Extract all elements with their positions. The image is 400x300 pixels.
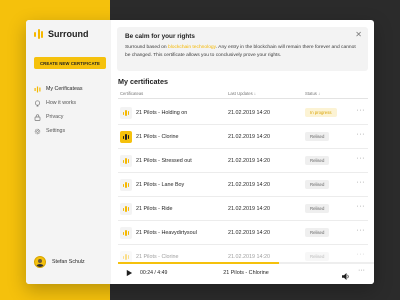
more-icon[interactable]: ··· bbox=[357, 251, 366, 258]
column-header-certificates[interactable]: Certificateas bbox=[120, 91, 143, 96]
certificates-table: 21 Pilots - Holding on 21.02.2019 14:20 In… bbox=[118, 101, 368, 269]
audio-player: 00:24 / 4:49 21 Pilots - Chlorine ··· bbox=[118, 262, 374, 284]
certificate-name: 21 Pilots - Ride bbox=[136, 206, 173, 212]
progress-track[interactable] bbox=[118, 262, 374, 264]
user-name: Stefan Schulz bbox=[52, 259, 85, 265]
blockchain-link[interactable]: blockchain technology bbox=[168, 45, 216, 50]
lightbulb-icon bbox=[34, 99, 41, 107]
more-icon[interactable]: ··· bbox=[357, 227, 366, 234]
track-bars-icon[interactable] bbox=[120, 179, 132, 191]
table-row[interactable]: 21 Pilots - Lane Boy 21.02.2019 14:20 Reli… bbox=[118, 173, 368, 197]
certificate-date: 21.02.2019 14:20 bbox=[228, 110, 270, 116]
progress-fill bbox=[118, 262, 280, 264]
avatar bbox=[34, 256, 46, 268]
more-icon[interactable]: ··· bbox=[357, 155, 366, 162]
table-row[interactable]: 21 Pilots - Ride 21.02.2019 14:20 Relised ·… bbox=[118, 197, 368, 221]
sidebar-item-label: How it works bbox=[46, 100, 77, 106]
certificate-date: 21.02.2019 14:20 bbox=[228, 182, 270, 188]
app-window: Surround CREATE NEW CERTIFICATE My Cerif… bbox=[26, 20, 374, 284]
certificate-name: 21 Pilots - Stressed out bbox=[136, 158, 192, 164]
certificate-date: 21.02.2019 14:20 bbox=[228, 206, 270, 212]
user-profile[interactable]: Stefan Schulz bbox=[34, 256, 85, 268]
sidebar-item-how-it-works[interactable]: How it works bbox=[34, 96, 108, 110]
sort-arrow-icon: ↓ bbox=[318, 91, 321, 96]
certificate-date: 21.02.2019 14:20 bbox=[228, 134, 270, 140]
track-bars-icon[interactable] bbox=[120, 107, 132, 119]
column-header-label: Last Updates bbox=[228, 91, 253, 96]
track-bars-icon[interactable] bbox=[120, 155, 132, 167]
sidebar-item-label: My Cerificateas bbox=[46, 86, 83, 92]
status-badge: In progress bbox=[305, 108, 337, 117]
info-banner: Be calm for your rights Surround based o… bbox=[117, 27, 368, 71]
status-badge: Relised bbox=[305, 252, 330, 261]
certificate-name: 21 Pilots - Clorine bbox=[136, 134, 179, 140]
sidebar-item-settings[interactable]: Settings bbox=[34, 124, 108, 138]
status-badge: Relised bbox=[305, 180, 330, 189]
column-header-last-updates[interactable]: Last Updates ↓ bbox=[228, 91, 256, 96]
volume-icon[interactable] bbox=[341, 268, 350, 280]
certificate-name: 21 Pilots - Clorine bbox=[136, 254, 179, 260]
certificate-name: 21 Pilots - Lane Boy bbox=[136, 182, 185, 188]
more-icon[interactable]: ··· bbox=[357, 203, 366, 210]
lock-icon bbox=[34, 113, 41, 121]
track-bars-icon[interactable] bbox=[120, 227, 132, 239]
banner-title: Be calm for your rights bbox=[125, 33, 195, 40]
track-bars-icon[interactable] bbox=[120, 131, 132, 143]
app-name: Surround bbox=[48, 29, 89, 39]
certificate-date: 21.02.2019 14:20 bbox=[228, 230, 270, 236]
sidebar-item-label: Settings bbox=[46, 128, 66, 134]
table-row[interactable]: 21 Pilots - Heavydirtysoul 21.02.2019 14:… bbox=[118, 221, 368, 245]
table-header: Certificateas Last Updates ↓ Status ↓ bbox=[118, 91, 368, 99]
more-icon[interactable]: ··· bbox=[357, 107, 366, 114]
more-icon[interactable]: ··· bbox=[357, 179, 366, 186]
track-bars-icon[interactable] bbox=[120, 203, 132, 215]
status-badge: Relised bbox=[305, 204, 330, 213]
close-icon[interactable]: ✕ bbox=[355, 31, 362, 39]
logo-bars-icon bbox=[34, 29, 43, 39]
column-header-label: Status bbox=[305, 91, 317, 96]
app-logo[interactable]: Surround bbox=[34, 29, 89, 39]
more-icon[interactable]: ··· bbox=[357, 131, 366, 138]
status-badge: Relised bbox=[305, 156, 330, 165]
status-badge: Relised bbox=[305, 228, 330, 237]
certificate-date: 21.02.2019 14:20 bbox=[228, 254, 270, 260]
bars-icon bbox=[34, 86, 41, 93]
column-header-status[interactable]: Status ↓ bbox=[305, 91, 320, 96]
banner-text: Surround based on blockchain technology.… bbox=[125, 44, 357, 59]
sidebar-item-label: Privacy bbox=[46, 114, 64, 120]
banner-text-start: Surround based on bbox=[125, 45, 168, 50]
certificate-name: 21 Pilots - Heavydirtysoul bbox=[136, 230, 197, 236]
gear-icon bbox=[34, 128, 41, 135]
certificate-date: 21.02.2019 14:20 bbox=[228, 158, 270, 164]
certificates-title: My certificates bbox=[118, 77, 168, 86]
sidebar-item-privacy[interactable]: Privacy bbox=[34, 110, 108, 124]
table-row[interactable]: 21 Pilots - Stressed out 21.02.2019 14:20… bbox=[118, 149, 368, 173]
sidebar-nav: My Cerificateas How it works Privacy Set… bbox=[34, 82, 108, 138]
player-more-icon[interactable]: ··· bbox=[358, 267, 365, 274]
sort-arrow-icon: ↓ bbox=[253, 91, 256, 96]
create-certificate-button[interactable]: CREATE NEW CERTIFICATE bbox=[34, 57, 106, 69]
sidebar: Surround CREATE NEW CERTIFICATE My Cerif… bbox=[26, 20, 111, 284]
status-badge: Relised bbox=[305, 132, 330, 141]
now-playing-title: 21 Pilots - Chlorine bbox=[223, 270, 269, 276]
certificate-name: 21 Pilots - Holding on bbox=[136, 110, 188, 116]
sidebar-item-my-certificates[interactable]: My Cerificateas bbox=[34, 82, 108, 96]
main-content: Be calm for your rights Surround based o… bbox=[111, 20, 374, 284]
table-row[interactable]: 21 Pilots - Holding on 21.02.2019 14:20 In… bbox=[118, 101, 368, 125]
table-row[interactable]: 21 Pilots - Clorine 21.02.2019 14:20 Relis… bbox=[118, 125, 368, 149]
